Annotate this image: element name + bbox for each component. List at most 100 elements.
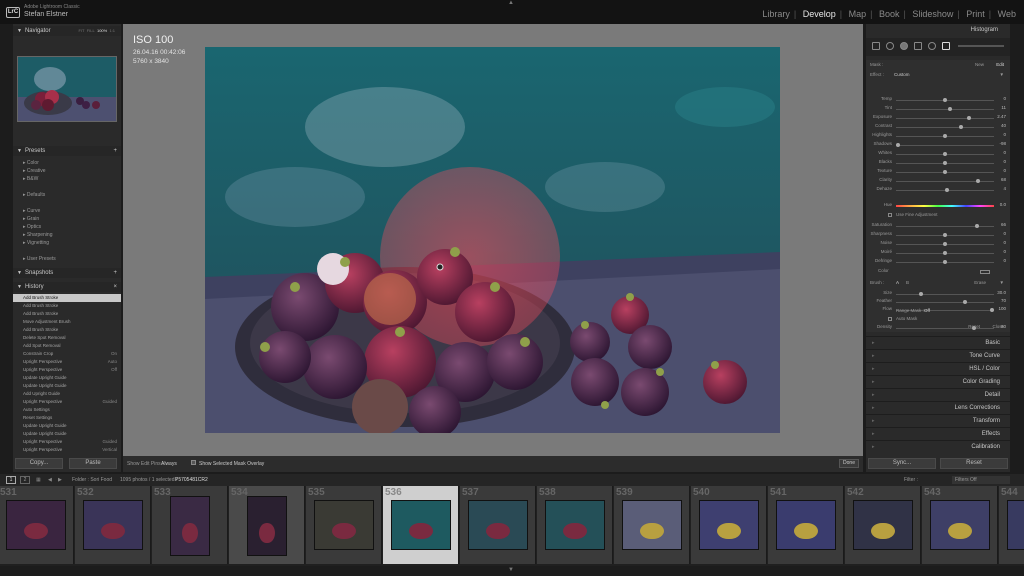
navigator-zoom-modes[interactable]: FIT FILL 100% 1:1 [78, 26, 115, 36]
history-item[interactable]: Update Upright Guide [13, 422, 121, 430]
slider-knob[interactable] [895, 143, 900, 147]
mask-close-button[interactable]: Close [992, 324, 1004, 329]
history-item[interactable]: Auto Settings [13, 406, 121, 414]
color-swatch[interactable] [980, 270, 990, 274]
filmstrip-cell[interactable]: 537 [460, 486, 536, 564]
filmstrip-cell[interactable]: 531 [0, 486, 74, 564]
slider-track[interactable] [896, 302, 994, 303]
paste-button[interactable]: Paste [69, 458, 117, 469]
slider-track[interactable] [896, 294, 994, 295]
module-print[interactable]: Print [966, 9, 985, 19]
history-item[interactable]: Upright Perspective Guided [13, 398, 121, 406]
history-item[interactable]: Add Spot Removal [13, 342, 121, 350]
filmstrip-cell[interactable]: 541 [768, 486, 844, 564]
slider-knob[interactable] [943, 98, 947, 102]
crop-tool-icon[interactable] [872, 42, 880, 50]
adjustment-brush-icon[interactable] [942, 42, 950, 50]
slider-knob[interactable] [943, 161, 947, 165]
collapse-effect-icon[interactable]: ▼ [1000, 72, 1004, 77]
sync-button[interactable]: Sync... [868, 458, 936, 469]
filmstrip-cell[interactable]: 540 [691, 486, 767, 564]
history-item[interactable]: Constrain Crop On [13, 350, 121, 358]
slider-knob[interactable] [962, 300, 967, 304]
slider-knob[interactable] [947, 107, 952, 111]
mask-reset-button[interactable]: Reset [968, 324, 980, 329]
presets-header[interactable]: ▼ Presets + [13, 146, 121, 156]
brush-b[interactable]: B [906, 280, 909, 285]
filmstrip-cell[interactable]: 534 [229, 486, 305, 564]
history-item[interactable]: Reset Settings [13, 414, 121, 422]
navigator-preview[interactable] [17, 56, 117, 122]
history-item[interactable]: Add Brush Stroke [13, 294, 121, 302]
slider-knob[interactable] [958, 125, 963, 129]
filmstrip-cell[interactable]: 544 [999, 486, 1024, 564]
slider-track[interactable] [896, 226, 994, 227]
histogram-header[interactable]: Histogram [866, 24, 1010, 36]
preset-group-creative[interactable]: ▸ Creative [23, 168, 46, 174]
grid-icon[interactable]: ▦ [36, 474, 41, 486]
preset-group-optics[interactable]: ▸ Optics [23, 224, 41, 230]
automask-checkbox[interactable] [888, 317, 892, 321]
back-arrow-icon[interactable]: ◀ [48, 474, 52, 486]
panel-section-header[interactable]: ▸ HSL / Color [866, 362, 1010, 374]
tool-slider[interactable] [958, 45, 1004, 47]
slider-track[interactable] [896, 109, 994, 110]
history-item[interactable]: Update Upright Guide [13, 430, 121, 438]
filmstrip-cell[interactable]: 542 [845, 486, 921, 564]
slider-track[interactable] [896, 118, 994, 119]
filmstrip-cell[interactable]: 533 [152, 486, 228, 564]
fine-adjust-checkbox[interactable] [888, 213, 892, 217]
slider-knob[interactable] [975, 224, 980, 228]
filmstrip-cell[interactable]: 536 [383, 486, 459, 564]
panel-section-header[interactable]: ▸ Lens Corrections [866, 401, 1010, 413]
filmstrip-cell[interactable]: 539 [614, 486, 690, 564]
mask-new[interactable]: New [975, 62, 984, 67]
slider-knob[interactable] [943, 170, 947, 174]
history-item[interactable]: Add Brush Stroke [13, 310, 121, 318]
top-panel-toggle-icon[interactable]: ▲ [508, 0, 514, 6]
module-develop[interactable]: Develop [803, 9, 836, 19]
preset-group-bw[interactable]: ▸ B&W [23, 176, 38, 182]
range-mask-select[interactable]: Off [924, 308, 930, 313]
hue-slider[interactable] [896, 205, 994, 207]
done-button[interactable]: Done [839, 459, 859, 468]
panel-section-header[interactable]: ▸ Basic [866, 336, 1010, 348]
brush-erase[interactable]: Erase [974, 280, 986, 285]
reset-button[interactable]: Reset [940, 458, 1008, 469]
slider-knob[interactable] [966, 116, 971, 120]
main-photo[interactable] [205, 47, 780, 433]
history-item[interactable]: Upright Perspective Vertical [13, 446, 121, 454]
bottom-panel-toggle-icon[interactable]: ▼ [508, 567, 514, 573]
module-slideshow[interactable]: Slideshow [912, 9, 953, 19]
brush-a[interactable]: A [896, 280, 899, 285]
slider-knob[interactable] [943, 260, 947, 264]
left-panel-edge[interactable] [0, 24, 13, 472]
forward-arrow-icon[interactable]: ▶ [58, 474, 62, 486]
effect-select[interactable]: Custom [894, 72, 910, 77]
preset-group-sharpening[interactable]: ▸ Sharpening [23, 232, 52, 238]
module-book[interactable]: Book [879, 9, 900, 19]
slider-knob[interactable] [918, 292, 923, 296]
panel-section-header[interactable]: ▸ Transform [866, 414, 1010, 426]
mask-overlay-checkbox[interactable] [191, 460, 196, 465]
slider-track[interactable] [896, 127, 994, 128]
copy-button[interactable]: Copy... [15, 458, 63, 469]
graduated-filter-icon[interactable] [914, 42, 922, 50]
history-header[interactable]: ▼ History × [13, 282, 121, 292]
slider-knob[interactable] [943, 134, 947, 138]
filmstrip-cell[interactable]: 532 [75, 486, 151, 564]
history-item[interactable]: Upright Perspective Auto [13, 358, 121, 366]
add-preset-icon[interactable]: + [113, 146, 117, 156]
image-canvas[interactable]: ISO 100 26.04.16 00:42:06 5760 x 3840 [123, 24, 863, 456]
filmstrip-cell[interactable]: 543 [922, 486, 998, 564]
preset-group-color[interactable]: ▸ Color [23, 160, 39, 166]
show-pins-select[interactable]: Always [161, 461, 177, 467]
preset-group-grain[interactable]: ▸ Grain [23, 216, 39, 222]
collapse-brush-icon[interactable]: ▼ [1000, 280, 1004, 285]
right-panel-edge[interactable] [1010, 24, 1024, 472]
red-eye-icon[interactable] [900, 42, 908, 50]
history-item[interactable]: Add Brush Stroke [13, 326, 121, 334]
preset-group-defaults[interactable]: ▸ Defaults [23, 192, 45, 198]
screen-2-button[interactable]: 2 [20, 476, 30, 484]
slider-knob[interactable] [943, 251, 947, 255]
